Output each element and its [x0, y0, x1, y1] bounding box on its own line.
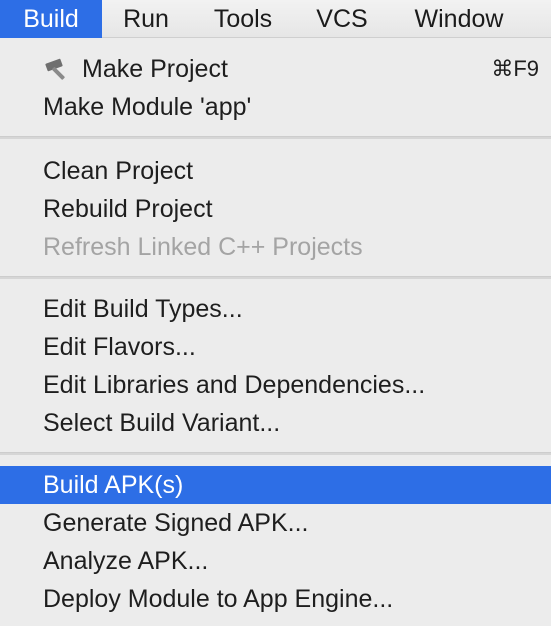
menu-item-label: Rebuild Project [43, 195, 213, 223]
menu-item-label: Make Module 'app' [43, 93, 252, 121]
menu-item-clean-project[interactable]: Clean Project [0, 152, 551, 190]
menu-item-edit-flavors[interactable]: Edit Flavors... [0, 328, 551, 366]
menubar-window[interactable]: Window [396, 0, 522, 38]
menu-item-deploy-app-engine[interactable]: Deploy Module to App Engine... [0, 580, 551, 618]
menu-item-label: Select Build Variant... [43, 409, 281, 437]
menu-item-label: Edit Flavors... [43, 333, 196, 361]
menu-item-generate-signed-apk[interactable]: Generate Signed APK... [0, 504, 551, 542]
menu-item-label: Generate Signed APK... [43, 509, 309, 537]
menu-item-label: Clean Project [43, 157, 194, 185]
menubar-vcs[interactable]: VCS [304, 0, 380, 38]
menu-item-edit-libraries[interactable]: Edit Libraries and Dependencies... [0, 366, 551, 404]
menubar-build[interactable]: Build [0, 0, 102, 38]
menu-item-label: Edit Libraries and Dependencies... [43, 371, 426, 399]
menubar-run[interactable]: Run [108, 0, 184, 38]
shortcut-label: ⌘F9 [491, 56, 539, 81]
menu-bar: Build Run Tools VCS Window [0, 0, 551, 38]
build-menu-dropdown: Make Project ⌘F9 Make Module 'app' Clean… [0, 38, 551, 626]
menu-item-label: Refresh Linked C++ Projects [43, 233, 363, 261]
menu-separator [0, 136, 551, 139]
menu-item-make-project[interactable]: Make Project ⌘F9 [0, 50, 551, 88]
hammer-icon [45, 58, 65, 80]
menu-item-edit-build-types[interactable]: Edit Build Types... [0, 290, 551, 328]
menu-item-build-apks[interactable]: Build APK(s) [0, 466, 551, 504]
menu-item-label: Deploy Module to App Engine... [43, 585, 394, 613]
menubar-tools[interactable]: Tools [198, 0, 288, 38]
menu-separator [0, 452, 551, 455]
menu-item-refresh-linked-cpp: Refresh Linked C++ Projects [0, 228, 551, 266]
menu-separator [0, 276, 551, 279]
menu-item-rebuild-project[interactable]: Rebuild Project [0, 190, 551, 228]
menu-item-label: Analyze APK... [43, 547, 209, 575]
menu-item-select-build-variant[interactable]: Select Build Variant... [0, 404, 551, 442]
menu-item-label: Build APK(s) [43, 471, 184, 499]
menu-item-make-module[interactable]: Make Module 'app' [0, 88, 551, 126]
menu-item-label: Edit Build Types... [43, 295, 243, 323]
menu-item-label: Make Project [82, 55, 228, 83]
menu-item-analyze-apk[interactable]: Analyze APK... [0, 542, 551, 580]
